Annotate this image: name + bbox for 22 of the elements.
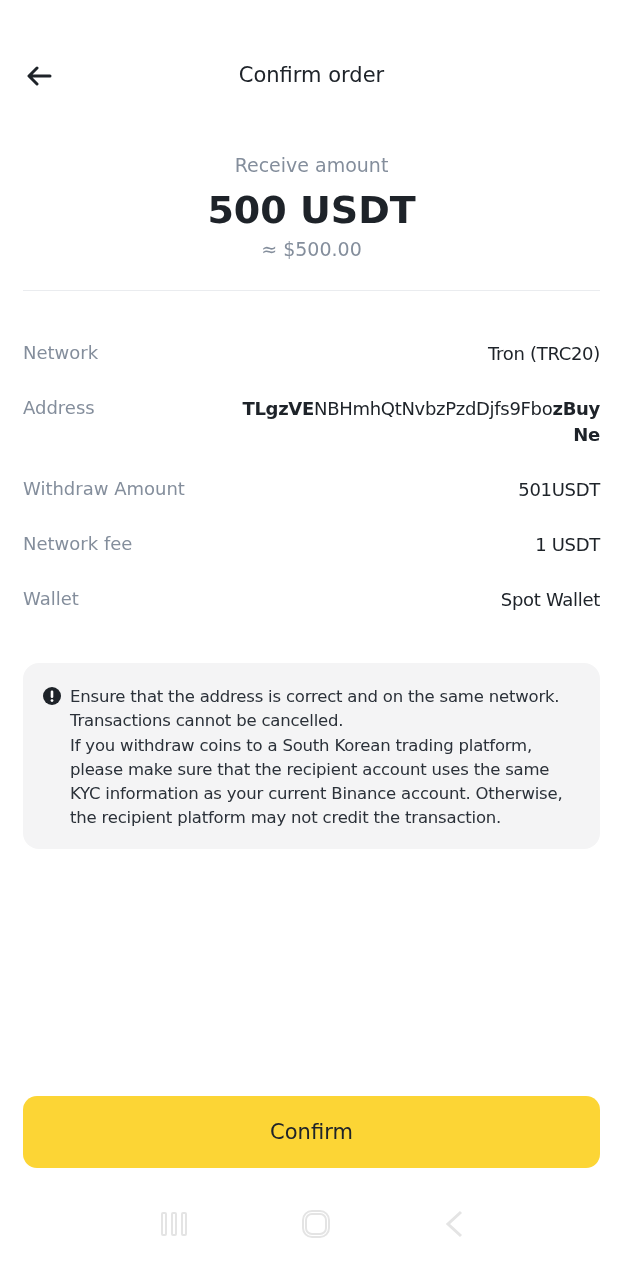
detail-value: Tron (TRC20) (486, 342, 600, 366)
notice-text: Ensure that the address is correct and on the same network. Transactions cannot be cancelled. (70, 686, 561, 733)
back-arrow-icon[interactable] (26, 66, 52, 86)
receive-label: Receive amount (234, 154, 389, 176)
detail-value: 1 USDT (534, 533, 600, 557)
detail-label: Withdraw Amount (23, 477, 185, 501)
recent-apps-icon[interactable] (159, 1211, 188, 1237)
detail-value: TLgzVENBHmhQtNvbzPzdDjfs9FbozBuyNe (241, 397, 600, 447)
home-icon[interactable] (300, 1209, 331, 1239)
detail-label: Network fee (23, 532, 133, 556)
back-icon[interactable] (443, 1210, 464, 1238)
confirm-button[interactable]: Confirm (23, 1096, 600, 1168)
fiat-value: ≈ $500.00 (261, 238, 362, 260)
receive-amount: 500 USDT (207, 188, 416, 232)
detail-value: 501USDT (517, 478, 600, 502)
detail-label: Wallet (23, 587, 79, 611)
notice-text: If you withdraw coins to a South Korean trading platform, please make sure that the recipient account uses the same KYC information as your current Binance account. Otherwise, the recipient platform may not credit the transaction. (70, 734, 564, 830)
detail-value: Spot Wallet (499, 588, 600, 612)
exclamation-icon (43, 687, 61, 705)
detail-label: Network (23, 341, 99, 365)
detail-label: Address (23, 396, 95, 420)
page-title: Confirm order (238, 63, 385, 87)
